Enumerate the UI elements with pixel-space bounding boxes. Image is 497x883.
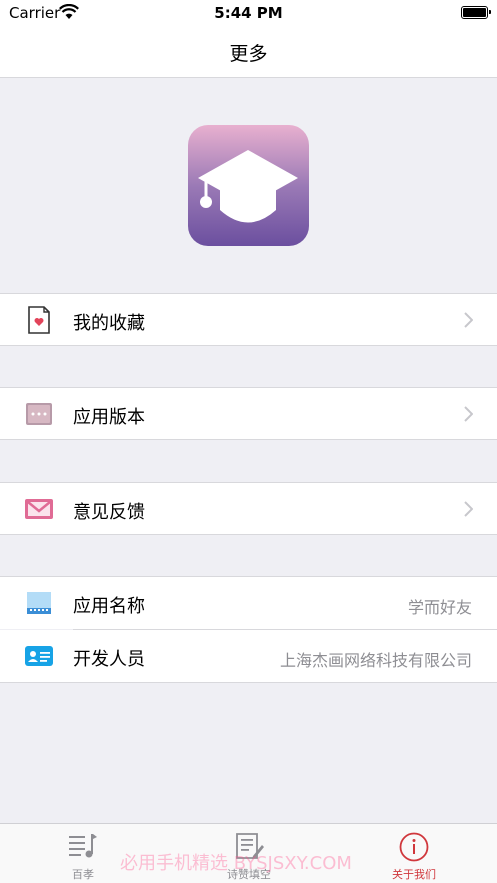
music-list-icon (69, 834, 97, 858)
document-heart-icon (28, 306, 50, 334)
developer-row: 开发人员 上海杰画网络科技有限公司 (0, 630, 497, 683)
navigation-bar: 更多 (0, 26, 497, 78)
feedback-row[interactable]: 意见反馈 (0, 482, 497, 535)
favorites-row[interactable]: 我的收藏 (0, 293, 497, 346)
battery-icon (461, 6, 491, 19)
app-window-icon (27, 592, 51, 614)
chevron-right-icon (464, 312, 473, 328)
version-row[interactable]: 应用版本 (0, 387, 497, 440)
graduation-cap-icon (198, 150, 298, 223)
tab-label: 关于我们 (392, 868, 436, 881)
developer-value: 上海杰画网络科技有限公司 (279, 651, 472, 670)
status-bar: Carrier 5:44 PM (0, 0, 497, 26)
chevron-right-icon (464, 406, 473, 422)
page-title: 更多 (229, 43, 268, 65)
status-time: 5:44 PM (214, 4, 283, 22)
app-name-value: 学而好友 (407, 598, 472, 617)
row-divider (73, 629, 497, 630)
app-logo (188, 125, 309, 246)
info-circle-icon (399, 832, 429, 862)
feedback-label: 意见反馈 (73, 502, 145, 523)
chevron-right-icon (464, 501, 473, 517)
version-dots-icon (26, 403, 52, 425)
developer-label: 开发人员 (73, 649, 145, 670)
app-name-row: 应用名称 学而好友 (0, 576, 497, 629)
version-label: 应用版本 (73, 407, 145, 428)
watermark: 必用手机精选 BYSJSXY.COM (120, 853, 352, 874)
app-name-label: 应用名称 (73, 596, 145, 617)
id-card-icon (25, 646, 53, 666)
tab-about-us[interactable]: 关于我们 (331, 824, 497, 883)
mail-icon (25, 499, 53, 519)
favorites-label: 我的收藏 (73, 313, 145, 334)
